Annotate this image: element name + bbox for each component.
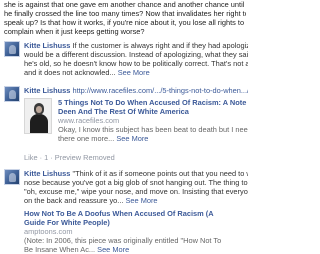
- comment-meta[interactable]: Like · 1 · Preview Removed: [24, 153, 115, 162]
- comment-line: and it does not acknowled...: [24, 68, 116, 77]
- comment-line: speak up? Is that how it works, if you'r…: [4, 18, 245, 27]
- preview-title[interactable]: 5 Things Not To Do When Accused Of Racis…: [58, 98, 248, 107]
- avatar[interactable]: [4, 169, 20, 185]
- comment-line: on the back and reassure yo...: [24, 196, 124, 205]
- comment-body: Kitte Lishuss http://www.racefiles.com/.…: [24, 86, 248, 95]
- comment-line: he finally crossed the line too many tim…: [4, 9, 246, 18]
- comment-line: she is against that one gave em another …: [4, 0, 245, 9]
- comment-line: nose because you've got a big glob of sn…: [24, 178, 248, 187]
- link-preview[interactable]: 5 Things Not To Do When Accused Of Racis…: [24, 98, 248, 143]
- comment-author[interactable]: Kitte Lishuss: [24, 86, 70, 95]
- comment-body: Kitte Lishuss If the customer is always …: [24, 41, 248, 77]
- comment: Kitte Lishuss "Think of it as if someone…: [4, 169, 248, 254]
- preview-domain: www.racefiles.com: [58, 116, 120, 125]
- comment-link[interactable]: http://www.racefiles.com/.../5-things-no…: [70, 86, 248, 95]
- preview-description: (Note: In 2006, this piece was originall…: [24, 236, 222, 245]
- comment-body: Kitte Lishuss "Think of it as if someone…: [24, 169, 248, 205]
- preview-description: there one more...: [58, 134, 115, 143]
- comment-text: If the customer is always right and if t…: [72, 41, 248, 50]
- comment-text-truncated: she is against that one gave em another …: [4, 0, 246, 36]
- comment-line: would be a different discussion. Instead…: [24, 50, 248, 59]
- preview-text: 5 Things Not To Do When Accused Of Racis…: [58, 98, 248, 143]
- link-preview[interactable]: How Not To Be A Doofus When Accused Of R…: [24, 209, 248, 254]
- comment-author[interactable]: Kitte Lishuss: [24, 169, 70, 178]
- avatar[interactable]: [4, 41, 20, 57]
- preview-title[interactable]: How Not To Be A Doofus When Accused Of R…: [24, 209, 248, 218]
- preview-thumbnail[interactable]: [24, 98, 52, 134]
- see-more-link[interactable]: See More: [126, 196, 158, 205]
- preview-description: Okay, I know this subject has been beat …: [58, 125, 248, 134]
- preview-title[interactable]: Guide For White People): [24, 218, 248, 227]
- preview-text: How Not To Be A Doofus When Accused Of R…: [24, 209, 248, 254]
- comment-line: he's old, so he doesn't know how to be p…: [24, 59, 248, 68]
- avatar[interactable]: [4, 86, 20, 102]
- comment-line: complain when it just keeps getting wors…: [4, 27, 145, 36]
- preview-domain: amptoons.com: [24, 227, 73, 236]
- see-more-link[interactable]: See More: [116, 134, 148, 143]
- see-more-link[interactable]: See More: [118, 68, 150, 77]
- preview-title[interactable]: Deen And The Rest Of White America: [58, 107, 248, 116]
- comment: Kitte Lishuss http://www.racefiles.com/.…: [4, 86, 248, 162]
- comment-text: "Think of it as if someone points out th…: [72, 169, 248, 178]
- comment-line: "oh, excuse me," wipe your nose, and mov…: [24, 187, 248, 196]
- comment-author[interactable]: Kitte Lishuss: [24, 41, 70, 50]
